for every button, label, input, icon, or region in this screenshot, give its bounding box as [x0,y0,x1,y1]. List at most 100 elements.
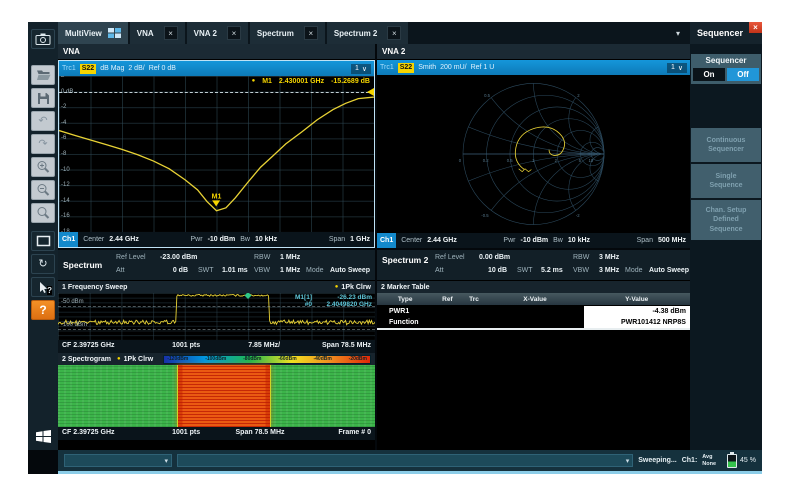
zoom-off-button[interactable] [31,203,55,223]
marker-m1[interactable]: M1 [212,193,222,211]
vna-trace-diagram[interactable]: 20 dB-2-4-6-8-10-12-14-16-18 M1 ● M1 2.4… [59,76,374,232]
average-indicator: Avg None [702,454,716,467]
column-header: Type [377,296,433,303]
gridline-100dbm: -100 dBm [58,329,375,330]
vna-footer-bar[interactable]: Ch1 Center 2.44 GHz Pwr -10 dBm Bw 10 kH… [59,232,374,247]
save-button[interactable] [31,88,55,108]
tab-label: Spectrum 2 [334,29,378,38]
open-folder-icon [36,69,51,81]
footer-value: 2.44 GHz [427,237,457,244]
open-file-button[interactable] [31,65,55,85]
setting-value: 0.00 dBm [479,254,510,261]
vna2-footer-bar[interactable]: Ch1 Center 2.44 GHz Pwr -10 dBm Bw 10 kH… [377,233,690,248]
window-selector[interactable]: 1 ∨ [351,64,371,74]
trace-dot-icon: ● [117,356,121,362]
tab-overflow-dropdown[interactable]: ▾ [676,29,690,38]
close-icon[interactable]: × [387,26,401,40]
window-number: 1 [671,64,675,71]
footer-label: Pwr [191,236,203,243]
span: Span 78.5 MHz [322,342,371,349]
spectrogram-titlebar[interactable]: 2 Spectrogram ● 1Pk Clrw -120dBm -100dBm… [58,353,375,365]
close-menu-button[interactable]: × [749,22,762,33]
panel-vna[interactable]: VNA Trc1 S22 dB Mag 2 dB/ Ref 0 dB 1 ∨ [58,44,375,248]
window-title: 2 Marker Table [381,284,430,291]
panel-vna2[interactable]: VNA 2 Trc1 S22 Smith 200 mU/ Ref 1 U 1 ∨ [377,44,690,248]
setting-value: Auto Sweep [649,267,689,274]
y-axis-label: -18 [61,229,70,232]
ref-level-line [59,92,374,93]
redo-icon: ↷ [38,139,47,150]
y-axis-label: -50 dBm [61,299,84,305]
marker-frequency: 2.4049820 GHz [320,301,372,308]
sequencer-on-button[interactable]: On [693,68,725,81]
windows-start-button[interactable] [31,426,55,446]
left-toolbar: ↶ ↷ [28,22,58,450]
spectrum-trace-diagram[interactable]: -50 dBm -100 dBm M1[1] -26.23 dBm #0 2.4… [58,293,375,340]
close-icon[interactable]: × [164,26,178,40]
svg-text:0.5: 0.5 [507,158,514,163]
spectrum-header[interactable]: Spectrum Ref Level -23.00 dBm RBW 1 MHz … [58,250,375,281]
marker-triangle-icon [212,201,220,211]
frequency-sweep-titlebar[interactable]: 1 Frequency Sweep ● 1Pk Clrw [58,281,375,293]
scale-per-division: 7.85 MHz/ [248,342,280,349]
continuous-sequencer-button[interactable]: Continuous Sequencer [691,128,761,162]
trace-header[interactable]: Trc1 S22 dB Mag 2 dB/ Ref 0 dB 1 ∨ [59,61,374,76]
spectrogram-footer-bar[interactable]: CF 2.39725 GHz 1001 pts Span 78.5 MHz Fr… [58,427,375,440]
trace-name: Trc1 [380,64,394,71]
spectrogram-diagram[interactable] [58,365,375,427]
marker-table-titlebar[interactable]: 2 Marker Table [377,281,690,293]
battery-icon [727,454,737,468]
smith-chart-diagram[interactable]: 0 0.2 0.5 1 2 5 10 0.5 -0.5 2 -2 [377,75,690,233]
setting-value: 1 MHz [280,267,300,274]
tab-vna[interactable]: VNA × [130,22,185,44]
panel-spectrum[interactable]: Spectrum Ref Level -23.00 dBm RBW 1 MHz … [58,250,375,450]
zoom-out-button[interactable] [31,180,55,200]
smith-chart: 0 0.2 0.5 1 2 5 10 0.5 -0.5 2 -2 [377,75,690,233]
sweep-points: 1001 pts [172,342,200,349]
battery-indicator: 45 % [727,454,756,468]
undo-button[interactable]: ↶ [31,111,55,131]
table-row[interactable]: Function PWR101412 NRP8S [377,317,690,328]
trace-header[interactable]: Trc1 S22 Smith 200 mU/ Ref 1 U 1 ∨ [377,60,690,75]
redo-button[interactable]: ↷ [31,134,55,154]
zoom-in-button[interactable] [31,157,55,177]
tab-vna2[interactable]: VNA 2 × [187,22,248,44]
channel-defined-sequence-button[interactable]: Chan. Setup Defined Sequence [691,200,761,240]
spectrum-footer-bar[interactable]: CF 2.39725 GHz 1001 pts 7.85 MHz/ Span 7… [58,340,375,353]
window-selector[interactable]: 1 ∨ [667,63,687,73]
setting-value: Auto Sweep [330,267,370,274]
help-icon: ? [39,304,46,316]
status-message-field[interactable]: ▾ [177,454,633,467]
footer-value: -10 dBm [208,236,236,243]
tab-multiview[interactable]: MultiView [58,22,128,44]
panel-spectrum2[interactable]: Spectrum 2 Ref Level 0.00 dBm RBW 3 MHz … [377,250,690,450]
svg-text:0.2: 0.2 [483,158,490,163]
spectrogram-signal-band [177,365,271,427]
magnifier-icon [36,206,50,220]
tab-spectrum[interactable]: Spectrum × [250,22,325,44]
context-help-button[interactable]: ? [31,277,55,297]
setting-label: Mode [306,267,324,274]
multiview-area: VNA Trc1 S22 dB Mag 2 dB/ Ref 0 dB 1 ∨ [58,44,690,450]
close-icon[interactable]: × [304,26,318,40]
sequencer-off-button[interactable]: Off [727,68,759,81]
screenshot-button[interactable] [31,29,55,49]
spectrum2-header[interactable]: Spectrum 2 Ref Level 0.00 dBm RBW 3 MHz … [377,250,690,281]
setting-label: Mode [625,267,643,274]
smartgrid-button[interactable] [31,231,55,251]
help-button[interactable]: ? [31,300,55,320]
tab-spectrum2[interactable]: Spectrum 2 × [327,22,409,44]
setting-value: 3 MHz [599,254,619,261]
trace-format: Smith [418,64,436,71]
vna-content: Trc1 S22 dB Mag 2 dB/ Ref 0 dB 1 ∨ 20 dB… [58,60,375,248]
softkey-line: Sequence [691,181,761,190]
table-row[interactable]: PWR1 -4.38 dBm [377,306,690,317]
sync-button[interactable]: ↻ [31,254,55,274]
svg-text:-0.5: -0.5 [481,213,489,218]
column-header: X-Value [487,296,584,303]
single-sequence-button[interactable]: Single Sequence [691,164,761,198]
footer-value: 2.44 GHz [109,236,139,243]
setting-value: 10 dB [473,267,507,274]
close-icon[interactable]: × [227,26,241,40]
status-dropdown-left[interactable]: ▾ [64,454,172,467]
